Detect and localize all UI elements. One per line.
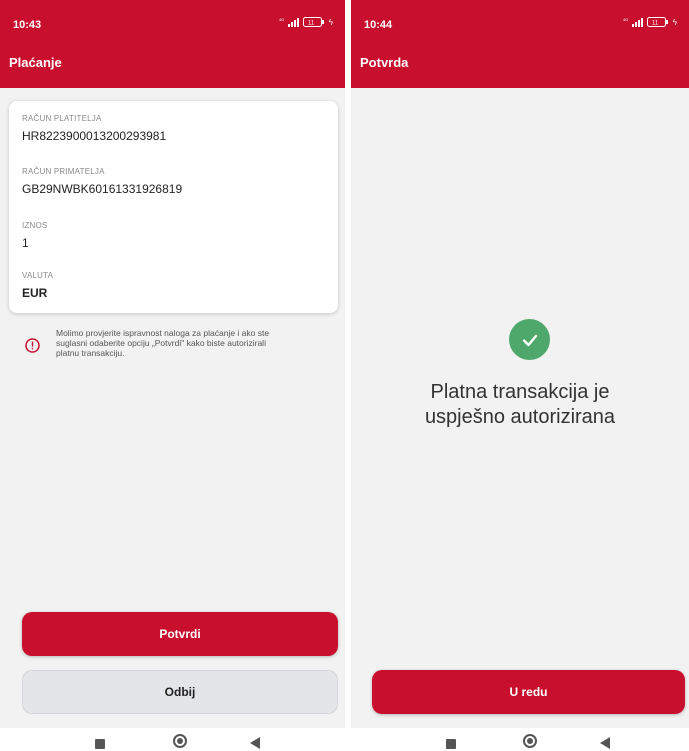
back-icon[interactable] xyxy=(250,737,260,749)
page-title: Plaćanje xyxy=(9,55,62,70)
field-value: GB29NWBK60161331926819 xyxy=(22,182,183,196)
notice-text: Molimo provjerite ispravnost naloga za p… xyxy=(56,328,326,358)
notice-line: platnu transakciju. xyxy=(56,348,125,358)
payment-screen: 10:43 4G 11 ϟ Plaćanje RAČUN PLATITELJA … xyxy=(0,0,345,728)
ok-button[interactable]: U redu xyxy=(372,670,685,714)
field-label: VALUTA xyxy=(22,271,54,280)
home-icon[interactable] xyxy=(523,734,537,748)
recents-icon[interactable] xyxy=(95,739,105,749)
svg-text:11: 11 xyxy=(652,21,659,27)
field-label: RAČUN PRIMATELJA xyxy=(22,167,105,176)
battery-icon: 11 xyxy=(646,17,668,27)
svg-text:4G: 4G xyxy=(623,17,628,22)
field-label: RAČUN PLATITELJA xyxy=(22,114,102,123)
page-title: Potvrda xyxy=(360,55,409,70)
field-value: EUR xyxy=(22,286,48,300)
success-line: uspješno autorizirana xyxy=(424,406,616,428)
payee-account-field: RAČUN PRIMATELJA GB29NWBK60161331926819 xyxy=(22,167,182,196)
success-message: Platna transakcija je uspješno autorizir… xyxy=(351,380,689,430)
confirmation-screen: 10:44 4G 11 ϟ Potvrda Platna transakcija… xyxy=(351,0,689,728)
payment-details-card: RAČUN PLATITELJA HR8223900013200293981 R… xyxy=(9,101,338,313)
status-bar: 10:43 4G 11 ϟ xyxy=(0,0,345,48)
checkmark-icon xyxy=(509,319,550,360)
notice: Molimo provjerite ispravnost naloga za p… xyxy=(10,325,335,365)
status-time: 10:44 xyxy=(364,19,393,31)
signal-icon: 4G xyxy=(279,17,299,27)
home-icon[interactable] xyxy=(173,734,187,748)
field-value: 1 xyxy=(22,236,29,250)
success-line: Platna transakcija je xyxy=(430,381,610,403)
payer-account-field: RAČUN PLATITELJA HR8223900013200293981 xyxy=(22,114,166,143)
amount-field: IZNOS 1 xyxy=(22,221,47,250)
battery-icon: 11 xyxy=(302,17,324,27)
svg-text:4G: 4G xyxy=(279,17,284,22)
app-bar: 10:43 4G 11 ϟ Plaćanje xyxy=(0,0,345,88)
confirm-button[interactable]: Potvrdi xyxy=(22,612,338,656)
notice-line: suglasni odaberite opciju „Potvrdi" kako… xyxy=(56,338,266,348)
field-label: IZNOS xyxy=(22,221,48,230)
status-bar: 10:44 4G 11 ϟ xyxy=(351,0,689,48)
info-icon xyxy=(25,338,40,353)
field-value: HR8223900013200293981 xyxy=(22,129,167,143)
status-icons: 4G 11 ϟ xyxy=(279,17,333,27)
app-bar: 10:44 4G 11 ϟ Potvrda xyxy=(351,0,689,88)
status-time: 10:43 xyxy=(13,19,42,31)
notice-line: Molimo provjerite ispravnost naloga za p… xyxy=(56,328,270,338)
back-icon[interactable] xyxy=(600,737,610,749)
svg-text:11: 11 xyxy=(308,21,315,27)
charging-icon: ϟ xyxy=(672,17,677,27)
signal-icon: 4G xyxy=(623,17,643,27)
status-icons: 4G 11 ϟ xyxy=(623,17,677,27)
reject-button[interactable]: Odbij xyxy=(22,670,338,714)
currency-field: VALUTA EUR xyxy=(22,271,53,300)
recents-icon[interactable] xyxy=(446,739,456,749)
charging-icon: ϟ xyxy=(328,17,333,27)
